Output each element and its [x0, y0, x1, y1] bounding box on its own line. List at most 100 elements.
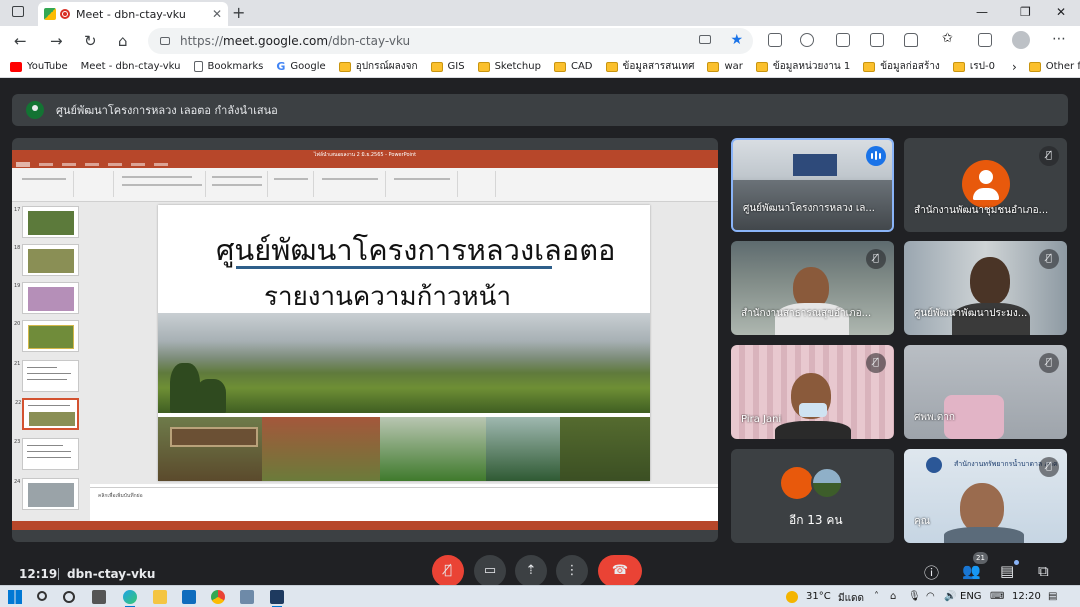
weather-text[interactable]: มีแดด [838, 591, 864, 606]
slide-subtitle: รายงานความก้าวหน้า [264, 282, 512, 312]
extensions-puzzle-icon[interactable] [904, 33, 918, 47]
lock-icon[interactable] [160, 37, 170, 45]
participant-tile[interactable]: 🎙̸ ศูนย์พัฒนาพัฒนาประมง... [904, 241, 1067, 335]
refresh-icon[interactable]: ↻ [84, 32, 97, 50]
participant-tile[interactable]: 🎙̸ สำนักงานสาธารณสุขอำเภอ... [731, 241, 894, 335]
back-icon[interactable]: ← [14, 32, 27, 50]
meeting-details-icon[interactable]: ⓘ [924, 562, 939, 583]
participant-tile[interactable]: 🎙̸ ศพพ.ตาก [904, 345, 1067, 439]
task-view-icon[interactable] [92, 590, 106, 604]
self-tile[interactable]: สำนักงานทรัพยากรน้ำบาดาล ภาค... 🎙̸ คุณ [904, 449, 1067, 543]
bookmark-folder[interactable]: ข้อมูลสารสนเทศ [605, 59, 694, 74]
taskbar-clock[interactable]: 12:20 [1012, 591, 1041, 602]
edge-icon[interactable] [123, 590, 137, 607]
bookmark-folder[interactable]: อุปกรณ์ผลงจก [338, 59, 418, 74]
extension-icon[interactable] [768, 33, 782, 47]
camera-button[interactable]: ▭ [474, 555, 506, 587]
mic-off-button[interactable]: 🎙̸ [432, 555, 464, 587]
bookmark-bookmarks[interactable]: Bookmarks [193, 61, 263, 72]
new-tab-icon[interactable]: + [232, 3, 245, 22]
mail-icon[interactable] [182, 590, 196, 604]
bookmark-label: YouTube [27, 61, 68, 72]
folder-icon [755, 61, 768, 72]
mic-off-icon: 🎙̸ [1039, 353, 1059, 373]
browser-tab-strip: Meet - dbn-ctay-vku ✕ + — ❐ ✕ [0, 0, 1080, 26]
temperature[interactable]: 31°C [806, 591, 831, 602]
more-participants-tile[interactable]: อีก 13 คน [731, 449, 894, 543]
slide-thumbnail[interactable]: 24 [14, 478, 79, 510]
collections-icon[interactable] [978, 33, 992, 47]
input-language[interactable]: ENG [960, 591, 982, 602]
slide-thumbnail[interactable]: 23 [14, 438, 79, 470]
slide-thumbnail[interactable]: 18 [14, 244, 79, 276]
google-icon: G [276, 60, 286, 73]
microphone-icon[interactable]: 🎙 [908, 591, 921, 602]
wifi-icon[interactable]: ◠ [926, 591, 935, 602]
browser-menu-icon[interactable]: ⋯ [1052, 31, 1066, 47]
favorite-star-icon[interactable]: ★ [730, 32, 743, 48]
hang-up-button[interactable]: ☎ [598, 555, 642, 587]
bookmark-google[interactable]: G Google [276, 60, 325, 73]
bookmark-folder[interactable]: GIS [430, 61, 465, 72]
file-explorer-icon[interactable] [153, 590, 167, 604]
chevron-right-icon[interactable]: › [1012, 60, 1017, 74]
bookmark-meet[interactable]: Meet - dbn-ctay-vku [0, 61, 181, 145]
restore-icon[interactable]: ❐ [1020, 5, 1031, 19]
network-icon[interactable]: ⌂ [890, 591, 896, 602]
minimize-icon[interactable]: — [976, 5, 988, 19]
bookmark-youtube[interactable]: YouTube [10, 61, 68, 72]
slide-thumbnail[interactable]: 17 [14, 206, 79, 238]
participant-tile[interactable]: 🎙̸ Pira Jani [731, 345, 894, 439]
activities-icon[interactable]: ⧉ [1038, 562, 1049, 580]
extension-screen-icon[interactable] [870, 33, 884, 47]
bookmark-folder[interactable]: ข้อมูลหน่วยงาน 1 [755, 59, 850, 74]
slide-thumbnail[interactable]: 19 [14, 282, 79, 314]
chat-icon[interactable]: ▤ [1000, 562, 1014, 580]
chrome-icon[interactable] [211, 590, 225, 604]
close-tab-icon[interactable]: ✕ [212, 7, 222, 21]
search-icon[interactable] [37, 591, 47, 601]
forward-icon[interactable]: → [50, 32, 63, 50]
address-bar[interactable]: https:// meet.google.com /dbn-ctay-vku ★ [148, 28, 753, 54]
tray-chevron-icon[interactable]: ˄ [874, 591, 879, 602]
more-options-button[interactable]: ⋮ [556, 555, 588, 587]
weather-sun-icon [786, 591, 798, 603]
cortana-icon[interactable] [63, 591, 75, 603]
people-icon[interactable]: 👥 [962, 562, 981, 580]
browser-tab-meet[interactable]: Meet - dbn-ctay-vku ✕ [38, 2, 228, 26]
center-sign-image [170, 427, 258, 447]
volume-icon[interactable]: 🔊 [944, 591, 956, 602]
extension-bulb-icon[interactable] [800, 33, 814, 47]
bookmark-folder[interactable]: war [707, 61, 743, 72]
start-icon[interactable] [8, 590, 22, 604]
bookmark-folder[interactable]: ข้อมูลก่อสร้าง [863, 59, 940, 74]
favorites-icon[interactable]: ✩ [942, 31, 956, 46]
bookmark-other-favorites[interactable]: Other favorites [1028, 61, 1080, 72]
extension-cast-icon[interactable] [836, 33, 850, 47]
shared-screen[interactable]: ไฟล์นำเสนอผลงาน 2 มิ.ย.2565 - PowerPoint [12, 138, 718, 542]
present-button[interactable]: ⇡ [515, 555, 547, 587]
close-window-icon[interactable]: ✕ [1056, 5, 1066, 19]
participant-tile[interactable]: ศูนย์พัฒนาโครงการหลวง เล... [731, 138, 894, 232]
bookmark-folder[interactable]: CAD [553, 61, 593, 72]
avatar [962, 160, 1010, 208]
bookmark-folder[interactable]: Sketchup [477, 61, 541, 72]
app-icon[interactable] [240, 590, 254, 604]
home-icon[interactable]: ⌂ [118, 32, 128, 50]
youtube-icon [10, 61, 22, 72]
participant-tile[interactable]: 🎙̸ สำนักงานพัฒนาชุมชนอำเภอ... [904, 138, 1067, 232]
tab-actions-icon[interactable] [12, 6, 24, 17]
camera-in-use-icon[interactable] [699, 35, 711, 44]
slide-thumbnail[interactable]: 21 [14, 360, 79, 392]
ppt-ribbon [12, 168, 718, 202]
participant-name: Pira Jani [741, 414, 782, 425]
keyboard-icon[interactable]: ⌨ [990, 591, 1004, 602]
slide-thumbnail-selected[interactable]: 22 [15, 398, 79, 430]
thumb-number: 20 [14, 321, 21, 327]
bookmark-folder[interactable]: เรป-0 [952, 59, 995, 74]
thumb-number: 21 [14, 361, 21, 367]
powerpoint-taskbar-icon[interactable] [270, 590, 284, 607]
profile-avatar[interactable] [1012, 31, 1030, 49]
slide-thumbnail[interactable]: 20 [14, 320, 79, 352]
notifications-icon[interactable]: ▤ [1048, 591, 1057, 602]
